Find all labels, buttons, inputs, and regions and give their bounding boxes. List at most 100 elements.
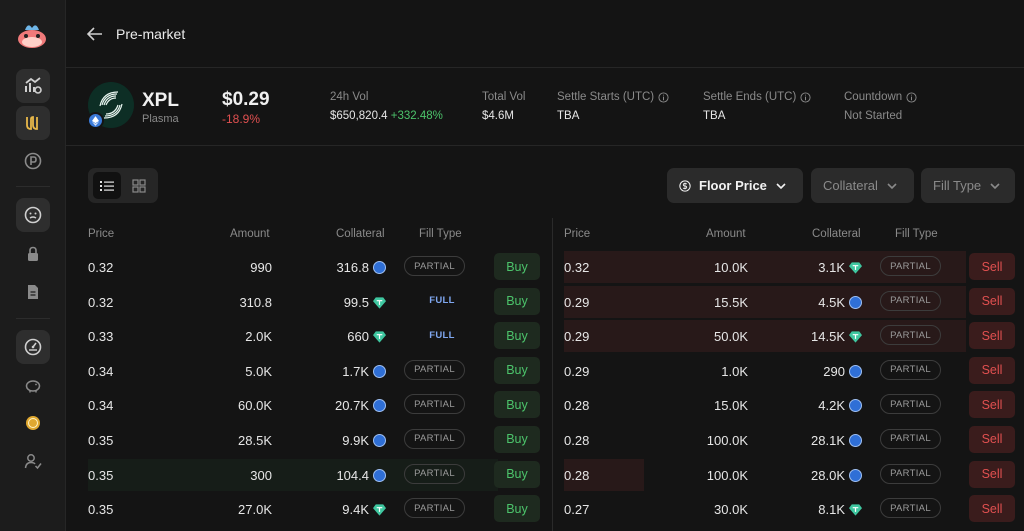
fill-type-label: Fill Type [933,178,982,193]
usdc-icon [373,261,386,274]
list-view-icon[interactable] [93,172,121,199]
order-collateral: 316.8 [336,260,386,275]
table-row: 0.29 15.5K 4.5K PARTIAL Sell [564,285,1018,320]
collateral-value: 4.2K [818,398,845,414]
usdc-icon [849,433,862,447]
order-price: 0.33 [88,329,114,345]
collateral-value: 28.0K [811,467,845,483]
document-icon[interactable] [16,275,50,309]
sell-button[interactable]: Sell [969,356,1015,384]
usdc-icon [373,468,386,482]
stat-countdown: Countdown Not Started [844,91,917,122]
order-collateral: 9.4K [342,502,386,517]
order-collateral: 8.1K [818,502,862,517]
table-divider [552,218,553,531]
app-logo-icon[interactable] [15,20,49,50]
buy-button[interactable]: Buy [494,425,540,453]
sell-button[interactable]: Sell [969,253,1015,280]
table-header: Price Amount Collateral Fill Type [564,220,1018,250]
table-row: 0.29 1.0K 290 PARTIAL Sell [564,354,1018,389]
buy-button[interactable]: Buy [494,287,540,315]
vol-24h-change: +332.48% [390,110,443,122]
order-amount: 1.0K [721,363,748,379]
fill-type-badge: PARTIAL [880,256,941,276]
order-amount: 100.0K [706,432,748,448]
chart-icon[interactable] [16,69,50,103]
coin-icon[interactable] [16,406,50,440]
order-collateral: 104.4 [336,468,386,483]
sell-button[interactable]: Sell [969,391,1015,419]
sell-button[interactable]: Sell [969,495,1015,523]
stat-label: Total Vol [482,91,526,103]
dashboard-icon[interactable] [16,330,50,364]
order-amount: 300 [250,467,272,483]
usdt-icon [849,262,862,274]
order-collateral: 28.1K [811,433,862,448]
token-header: XPL Plasma $0.29 -18.9% 24h Vol $650,820… [66,68,1024,146]
collateral-value: 4.5K [818,294,845,310]
usdt-icon [373,331,386,343]
fill-type-badge: PARTIAL [404,256,465,276]
sell-button[interactable]: Sell [969,287,1015,315]
stat-label: Settle Starts (UTC) [557,91,655,103]
table-row: 0.32 310.8 99.5 FULL Buy [88,285,542,320]
user-check-icon[interactable] [16,444,50,478]
buy-button[interactable]: Buy [494,495,540,523]
sell-button[interactable]: Sell [969,322,1015,350]
order-collateral: 99.5 [344,295,386,310]
fill-type-badge: PARTIAL [404,359,465,380]
collateral-label: Collateral [823,178,878,193]
order-price: 0.29 [564,294,590,310]
collateral-dropdown[interactable]: Collateral [811,168,914,203]
usdc-icon [373,399,386,413]
fill-type-badge: PARTIAL [880,290,941,311]
table-row: 0.28 100.0K 28.0K PARTIAL Sell [564,458,1018,493]
back-arrow-icon[interactable] [86,26,104,42]
floor-price-dropdown[interactable]: Floor Price [667,168,803,203]
chevron-down-icon [776,182,786,189]
piggy-bank-icon[interactable] [16,368,50,402]
grid-view-icon[interactable] [125,172,153,199]
stat-24h-vol: 24h Vol $650,820.4 +332.48% [330,91,443,122]
info-icon[interactable] [658,91,669,103]
order-price: 0.28 [564,398,590,414]
floor-price-label: Floor Price [699,178,767,193]
fill-type-badge: PARTIAL [404,428,465,449]
buy-orders-table: Price Amount Collateral Fill Type 0.32 99… [88,220,542,527]
sell-button[interactable]: Sell [969,425,1015,453]
order-price: 0.29 [564,363,590,379]
buy-button[interactable]: Buy [494,356,540,384]
sell-button[interactable]: Sell [969,460,1015,488]
order-amount: 2.0K [245,329,272,345]
header-fill-type: Fill Type [895,228,938,240]
collateral-value: 290 [823,363,845,379]
points-icon[interactable] [16,144,50,178]
fill-type-badge: PARTIAL [880,325,941,346]
buy-button[interactable]: Buy [494,460,540,488]
chat-icon[interactable] [16,198,50,232]
lock-icon[interactable] [16,237,50,271]
order-amount: 15.0K [714,398,748,414]
header-price: Price [564,228,591,240]
fill-type-badge: PARTIAL [880,428,941,449]
collateral-value: 99.5 [343,294,369,310]
fill-type-badge: PARTIAL [404,394,465,415]
info-icon[interactable] [800,91,811,103]
header-amount: Amount [706,228,746,240]
stat-value: TBA [557,110,580,122]
order-price: 0.28 [564,467,590,483]
fill-type-dropdown[interactable]: Fill Type [921,168,1015,203]
order-amount: 28.5K [238,432,272,448]
buy-button[interactable]: Buy [494,253,540,280]
info-icon[interactable] [906,91,917,103]
order-amount: 100.0K [706,467,748,483]
pre-market-icon[interactable] [16,106,50,140]
buy-button[interactable]: Buy [494,322,540,350]
token-symbol: XPL [142,90,179,111]
order-price: 0.27 [564,502,590,518]
header-price: Price [88,228,115,240]
buy-button[interactable]: Buy [494,391,540,419]
table-row: 0.33 2.0K 660 FULL Buy [88,319,542,354]
collateral-value: 28.1K [811,432,845,448]
table-row: 0.32 10.0K 3.1K PARTIAL Sell [564,250,1018,285]
